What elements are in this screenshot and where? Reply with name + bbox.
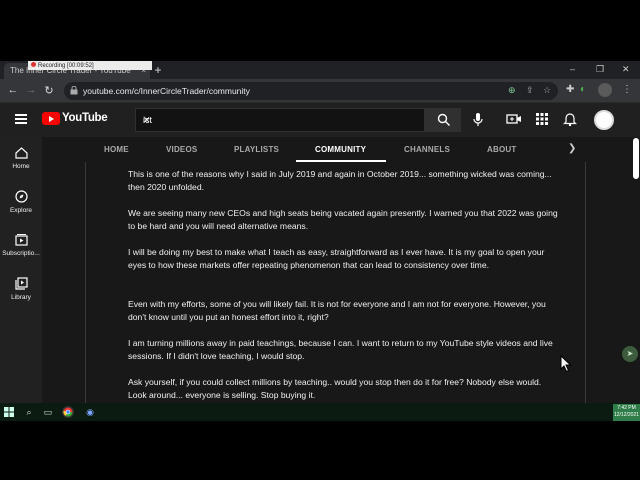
clock-date: 12/12/2021	[613, 412, 640, 418]
windows-taskbar: ⌕ ▭ ◉ 7:42 PM 12/12/2021	[0, 403, 640, 421]
windows-start-icon[interactable]	[4, 407, 14, 417]
url-text: youtube.com/c/InnerCircleTrader/communit…	[83, 86, 250, 96]
minimize-button[interactable]: –	[570, 64, 575, 74]
mini-guide: Home Explore Subscriptio... Library	[0, 137, 42, 403]
guide-label: Home	[12, 163, 30, 170]
task-view-icon[interactable]: ▭	[42, 406, 54, 418]
new-tab-button[interactable]: +	[151, 64, 165, 77]
extension-icon[interactable]: ◐	[580, 84, 586, 95]
recording-indicator: Recording [00:09:52]	[28, 61, 152, 70]
clock-time: 7:42 PM	[617, 405, 636, 411]
notifications-bell-icon[interactable]	[562, 111, 578, 127]
search-icon	[437, 113, 450, 126]
community-post: This is one of the reasons why I said in…	[85, 162, 586, 403]
chrome-taskbar-icon[interactable]	[62, 406, 74, 418]
microphone-icon[interactable]	[471, 112, 485, 128]
account-avatar[interactable]	[594, 110, 614, 130]
post-paragraph: Even with my efforts, some of you will l…	[128, 299, 546, 322]
search-clear-icon[interactable]: ✕	[143, 115, 151, 126]
reload-icon[interactable]: ↻	[42, 84, 56, 97]
app-taskbar-icon[interactable]: ◉	[84, 406, 96, 418]
tab-home[interactable]: HOME	[104, 145, 129, 154]
browser-toolbar: ← → ↻ youtube.com/c/InnerCircleTrader/co…	[0, 79, 640, 103]
guide-label: Subscriptio...	[2, 250, 40, 257]
guide-item-home[interactable]: Home	[0, 147, 42, 170]
hamburger-menu-icon[interactable]	[15, 114, 27, 124]
guide-item-library[interactable]: Library	[0, 277, 42, 301]
install-app-icon[interactable]: ⊕	[508, 85, 516, 96]
mouse-cursor-icon	[560, 355, 572, 373]
profile-avatar[interactable]	[598, 83, 612, 97]
tab-community[interactable]: COMMUNITY	[315, 145, 366, 154]
search-icon[interactable]: ⌕	[23, 406, 35, 418]
apps-grid-icon[interactable]	[534, 111, 550, 127]
post-paragraph: I will be doing my best to make what I t…	[128, 247, 545, 270]
share-icon[interactable]: ⇪	[526, 85, 534, 96]
channel-tabs: HOME VIDEOS PLAYLISTS COMMUNITY CHANNELS…	[42, 137, 640, 162]
youtube-logo-icon[interactable]	[42, 112, 60, 125]
tab-about[interactable]: ABOUT	[487, 145, 516, 154]
browser-tabstrip: The Inner Circle Trader - YouTube × Reco…	[0, 61, 640, 79]
chevron-right-icon[interactable]: ❯	[568, 143, 576, 154]
guide-label: Explore	[9, 207, 33, 214]
guide-label: Library	[11, 294, 31, 301]
bookmark-star-icon[interactable]: ☆	[543, 85, 551, 96]
create-video-icon[interactable]	[506, 111, 522, 127]
subscriptions-icon	[14, 234, 28, 246]
scrollbar-thumb[interactable]	[633, 138, 639, 179]
library-icon	[14, 277, 28, 290]
post-paragraph: Ask yourself, if you could collect milli…	[128, 377, 542, 400]
post-paragraph: We are seeing many new CEOs and high sea…	[128, 208, 558, 231]
screen: The Inner Circle Trader - YouTube × Reco…	[0, 61, 640, 421]
chrome-menu-icon[interactable]: ⋮	[622, 84, 632, 95]
record-dot-icon	[31, 62, 36, 67]
tab-videos[interactable]: VIDEOS	[166, 145, 197, 154]
tab-channels[interactable]: CHANNELS	[404, 145, 450, 154]
floating-action-icon[interactable]: ➤	[622, 346, 638, 362]
forward-arrow-icon[interactable]: →	[24, 84, 38, 96]
youtube-logo-text[interactable]: YouTube	[62, 112, 108, 124]
post-paragraph: This is one of the reasons why I said in…	[128, 169, 552, 192]
search-input[interactable]: ict ✕	[135, 108, 425, 132]
system-clock[interactable]: 7:42 PM 12/12/2021	[613, 404, 640, 421]
tab-playlists[interactable]: PLAYLISTS	[234, 145, 279, 154]
letterbox-top	[0, 0, 640, 61]
home-icon	[14, 147, 28, 159]
recording-label: Recording [00:09:52]	[38, 63, 94, 69]
guide-item-subscriptions[interactable]: Subscriptio...	[0, 233, 42, 257]
search-button[interactable]	[425, 108, 461, 132]
lock-icon	[70, 86, 78, 95]
post-paragraph: I am turning millions away in paid teach…	[128, 338, 553, 361]
youtube-header: YouTube ict ✕	[0, 103, 640, 137]
maximize-button[interactable]: ❐	[596, 64, 604, 75]
extensions-puzzle-icon[interactable]: ✚	[566, 84, 574, 95]
letterbox-bottom	[0, 421, 640, 480]
back-arrow-icon[interactable]: ←	[6, 84, 20, 96]
guide-item-explore[interactable]: Explore	[0, 190, 42, 214]
address-bar[interactable]: youtube.com/c/InnerCircleTrader/communit…	[64, 82, 558, 100]
compass-icon	[14, 190, 28, 203]
close-window-button[interactable]: ✕	[622, 64, 630, 75]
